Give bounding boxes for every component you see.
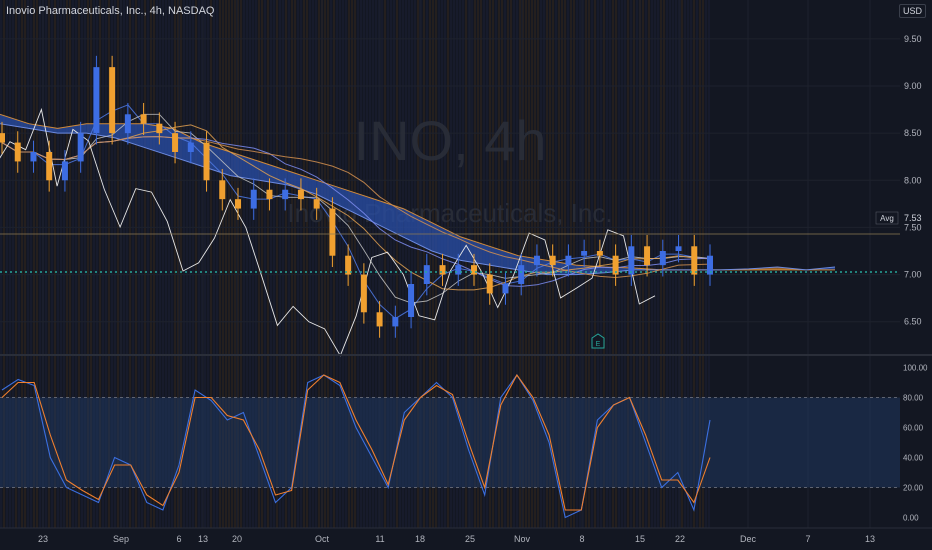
oscillator-tick-label: 60.00	[903, 424, 924, 433]
candle-body	[61, 161, 68, 181]
chart-canvas[interactable]: INO, 4h Inovio Pharmaceuticals, Inc. 9.5…	[0, 0, 932, 550]
earnings-marker-label[interactable]: E	[596, 341, 601, 348]
candle-body	[565, 255, 572, 266]
candle-body	[124, 114, 131, 134]
avg-badge-label: Avg	[880, 214, 894, 223]
candle-body	[628, 246, 635, 275]
candle-body	[486, 274, 493, 294]
chart-title: Inovio Pharmaceuticals, Inc., 4h, NASDAQ	[6, 5, 215, 17]
candle-body	[518, 265, 525, 284]
oscillator-tick-label: 100.00	[903, 364, 928, 373]
time-tick-label: Sep	[113, 534, 129, 544]
time-tick-label: 11	[375, 534, 384, 544]
candle-body	[156, 123, 163, 134]
price-tick-label: 8.00	[904, 175, 922, 185]
candle-body	[408, 284, 415, 317]
candle-body	[0, 133, 5, 143]
time-tick-label: 7	[805, 534, 810, 544]
oscillator-tick-label: 20.00	[903, 484, 924, 493]
candle-body	[14, 142, 21, 162]
time-tick-label: 8	[579, 534, 584, 544]
candle-body	[172, 133, 179, 152]
time-tick-label: Nov	[514, 534, 531, 544]
time-tick-label: 13	[865, 534, 875, 544]
oscillator-tick-label: 80.00	[903, 394, 924, 403]
candle-body	[376, 312, 383, 327]
watermark-symbol: INO, 4h	[354, 109, 547, 172]
candle-body	[77, 133, 84, 162]
price-tick-label: 7.50	[904, 222, 922, 232]
candle-body	[187, 142, 194, 152]
oscillator-tick-label: 0.00	[903, 514, 919, 523]
candle-body	[46, 152, 53, 181]
candle-body	[140, 114, 147, 124]
time-tick-label: 23	[38, 534, 48, 544]
time-tick-label: 25	[465, 534, 475, 544]
candle-body	[423, 265, 430, 284]
price-tick-label: 6.50	[904, 317, 922, 327]
candle-body	[581, 251, 588, 256]
candle-body	[659, 251, 666, 266]
price-tick-label: 9.00	[904, 81, 922, 91]
time-tick-label: Dec	[740, 534, 757, 544]
candle-body	[203, 142, 210, 181]
candle-body	[297, 189, 304, 200]
candle-body	[266, 189, 273, 200]
candle-body	[502, 284, 509, 294]
candle-body	[360, 274, 367, 313]
time-tick-label: 13	[198, 534, 208, 544]
candle-body	[439, 265, 446, 275]
candle-body	[392, 317, 399, 327]
candle-body	[250, 189, 257, 209]
time-tick-label: 15	[635, 534, 645, 544]
candle-body	[329, 208, 336, 256]
candle-body	[471, 265, 477, 275]
time-tick-label: 6	[176, 534, 181, 544]
currency-label[interactable]: USD	[898, 4, 926, 18]
candle-body	[30, 152, 37, 162]
candle-body	[93, 67, 100, 134]
candle-body	[455, 265, 462, 275]
candle-body	[691, 246, 698, 275]
candle-body	[644, 246, 651, 266]
candle-body	[549, 255, 556, 266]
candle-body	[533, 255, 540, 266]
price-tick-label: 7.00	[904, 270, 922, 280]
time-tick-label: 18	[415, 534, 425, 544]
candle-body	[219, 180, 226, 200]
price-tick-label: 9.50	[904, 34, 922, 44]
avg-badge-value: 7.53	[904, 213, 922, 223]
candle-body	[109, 67, 116, 134]
time-tick-label: 20	[232, 534, 242, 544]
candle-body	[282, 189, 289, 200]
candle-body	[235, 199, 241, 209]
time-tick-label: Oct	[315, 534, 330, 544]
candle-body	[596, 251, 603, 256]
candle-body	[313, 199, 320, 209]
time-tick-label: 22	[675, 534, 685, 544]
oscillator-tick-label: 40.00	[903, 454, 924, 463]
price-tick-label: 8.50	[904, 128, 922, 138]
candle-body	[675, 246, 682, 251]
